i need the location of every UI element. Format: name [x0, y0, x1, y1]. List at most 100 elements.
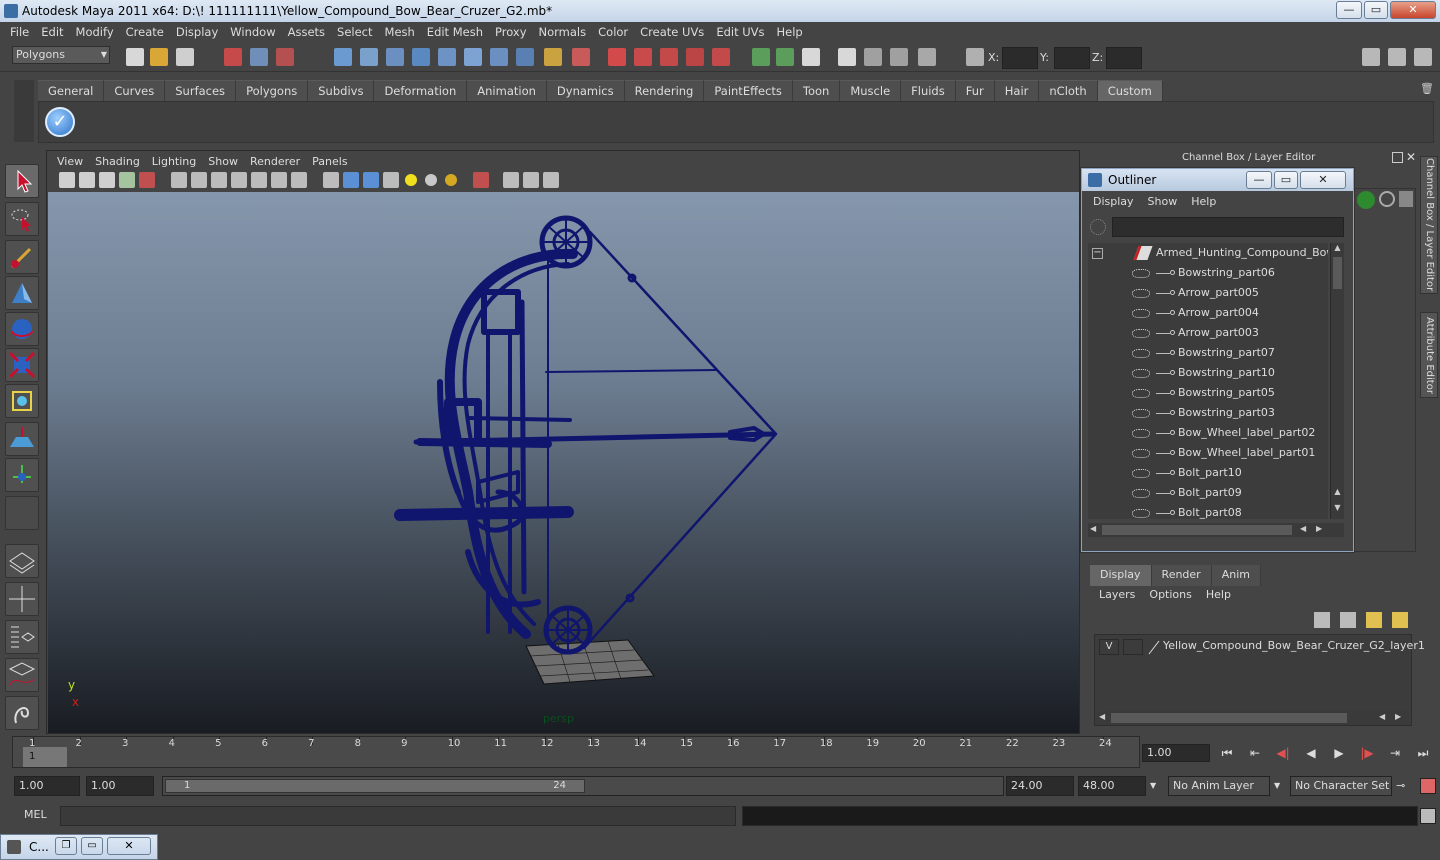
shelf-tab-animation[interactable]: Animation [467, 80, 547, 101]
menu-edit[interactable]: Edit [35, 25, 69, 39]
scroll-thumb[interactable] [1111, 713, 1347, 723]
outliner-menu-help[interactable]: Help [1184, 195, 1223, 213]
current-time-marker[interactable]: 1 [23, 747, 67, 767]
character-set-dropdown[interactable]: No Character Set [1290, 776, 1392, 796]
outliner-menu-show[interactable]: Show [1141, 195, 1185, 213]
film-gate-icon[interactable] [191, 172, 207, 188]
lock-selection-icon[interactable] [544, 48, 562, 66]
shelf-tab-subdivs[interactable]: Subdivs [308, 80, 375, 101]
outliner-maximize-button[interactable]: ▭ [1274, 171, 1298, 189]
maximize-button[interactable]: ▭ [1364, 1, 1388, 19]
viewport-menu-renderer[interactable]: Renderer [244, 155, 306, 168]
start-time-field[interactable]: 1.00 [14, 776, 80, 796]
close-panel-icon[interactable]: ✕ [1406, 150, 1416, 164]
shelf-tab-fluids[interactable]: Fluids [901, 80, 956, 101]
outliner-item[interactable]: Bowstring_part10 [1088, 363, 1328, 383]
outliner-root-item[interactable]: − Armed_Hunting_Compound_Bow_B [1088, 243, 1328, 263]
trash-icon[interactable]: 🗑 [1420, 82, 1434, 96]
snap-grid-icon[interactable] [608, 48, 626, 66]
construction-history-icon[interactable] [802, 48, 820, 66]
viewport-menu-panels[interactable]: Panels [306, 155, 353, 168]
safe-action-icon[interactable] [271, 172, 287, 188]
play-backwards-button[interactable]: ◀ [1302, 744, 1320, 762]
highlight-selection-icon[interactable] [572, 48, 590, 66]
scroll-right-icon[interactable]: ▶ [1316, 524, 1322, 533]
scroll-thumb[interactable] [1333, 257, 1342, 289]
scroll-down-icon[interactable]: ▼ [1332, 503, 1343, 515]
scroll-up-icon[interactable]: ▲ [1332, 487, 1343, 499]
menu-window[interactable]: Window [224, 25, 281, 39]
last-tool-slot[interactable] [5, 496, 39, 530]
shelf-tab-dynamics[interactable]: Dynamics [546, 80, 625, 101]
outliner-minimize-button[interactable]: — [1246, 171, 1272, 189]
snap-view-plane-icon[interactable] [686, 48, 704, 66]
shadows-icon[interactable] [445, 174, 457, 186]
rotate-tool-icon[interactable] [5, 312, 39, 346]
layer-row[interactable]: V Yellow_Compound_Bow_Bear_Cruzer_G2_lay… [1095, 637, 1425, 657]
shelf-tab-fur[interactable]: Fur [955, 80, 995, 101]
step-forward-key-button[interactable]: ⇥ [1386, 744, 1404, 762]
save-scene-icon[interactable] [176, 48, 194, 66]
wireframe-on-shaded-icon[interactable] [363, 172, 379, 188]
minimize-button[interactable]: — [1336, 1, 1362, 19]
outliner-item[interactable]: Bowstring_part07 [1088, 343, 1328, 363]
outliner-item[interactable]: Bolt_part10 [1088, 463, 1328, 483]
shelf-tab-general[interactable]: General [38, 80, 105, 101]
layer-icon[interactable] [1379, 191, 1395, 207]
safe-title-icon[interactable] [291, 172, 307, 188]
menu-create[interactable]: Create [120, 25, 170, 39]
script-editor-icon[interactable] [1420, 808, 1436, 824]
anim-start-time-field[interactable]: 1.00 [86, 776, 154, 796]
transform-mode-icon[interactable] [966, 48, 984, 66]
shelf-tab-deformation[interactable]: Deformation [374, 80, 468, 101]
output-history-icon[interactable] [776, 48, 794, 66]
render-current-frame-icon[interactable] [864, 48, 882, 66]
snap-point-icon[interactable] [660, 48, 678, 66]
viewport-menu-shading[interactable]: Shading [89, 155, 146, 168]
create-layer-from-selected-icon[interactable] [1392, 612, 1408, 628]
animation-preferences-icon[interactable] [1420, 778, 1436, 794]
outliner-item[interactable]: Arrow_part004 [1088, 303, 1328, 323]
outliner-item[interactable]: Bolt_part08 [1088, 503, 1328, 519]
viewport-scene[interactable]: y x persp [48, 192, 1079, 733]
universal-manipulator-icon[interactable] [5, 384, 39, 418]
close-button[interactable]: ✕ [107, 837, 151, 855]
menu-set-dropdown[interactable]: Polygons ▼ [12, 46, 110, 64]
play-forwards-button[interactable]: ▶ [1330, 744, 1348, 762]
graph-editor-layout-icon[interactable] [5, 658, 39, 692]
outliner-horizontal-scrollbar[interactable]: ◀ ◀ ▶ [1088, 523, 1344, 537]
layer-tab-render[interactable]: Render [1151, 565, 1212, 586]
shelf-tab-muscle[interactable]: Muscle [840, 80, 902, 101]
scroll-left-icon[interactable]: ◀ [1090, 524, 1096, 533]
scroll-thumb[interactable] [1102, 525, 1292, 535]
show-attribute-editor-icon[interactable] [1362, 48, 1380, 66]
filter-icon[interactable] [1090, 219, 1106, 235]
key-icon[interactable]: ⊸ [1396, 776, 1412, 796]
maximize-button[interactable]: ▭ [81, 837, 103, 855]
viewport-menu-view[interactable]: View [51, 155, 89, 168]
outliner-close-button[interactable]: ✕ [1300, 171, 1346, 189]
all-lights-icon[interactable] [425, 174, 437, 186]
outliner-item[interactable]: Bow_Wheel_label_part02 [1088, 423, 1328, 443]
mask-rendering-icon[interactable] [490, 48, 508, 66]
menu-color[interactable]: Color [592, 25, 634, 39]
side-tab-attribute-editor[interactable]: Attribute Editor [1420, 312, 1438, 398]
select-hierarchy-icon[interactable] [224, 48, 242, 66]
layer-color-icon[interactable] [1147, 639, 1161, 655]
outliner-layout-icon[interactable] [5, 620, 39, 654]
menu-edit-mesh[interactable]: Edit Mesh [421, 25, 489, 39]
xray-joints-icon[interactable] [523, 172, 539, 188]
shelf-tab-toon[interactable]: Toon [792, 80, 841, 101]
four-pane-layout-icon[interactable] [5, 582, 39, 616]
outliner-vertical-scrollbar[interactable]: ▲ ▲ ▼ [1330, 243, 1344, 519]
create-empty-layer-icon[interactable] [1366, 612, 1382, 628]
menu-proxy[interactable]: Proxy [489, 25, 533, 39]
camera-attributes-icon[interactable] [79, 172, 95, 188]
go-to-start-button[interactable]: ⏮ [1218, 744, 1236, 762]
shelf-tab-surfaces[interactable]: Surfaces [165, 80, 237, 101]
layer-playback-toggle[interactable] [1123, 639, 1143, 655]
smooth-shading-icon[interactable] [343, 172, 359, 188]
xray-icon[interactable] [503, 172, 519, 188]
select-camera-icon[interactable] [59, 172, 75, 188]
restore-button[interactable]: ❐ [55, 837, 77, 855]
